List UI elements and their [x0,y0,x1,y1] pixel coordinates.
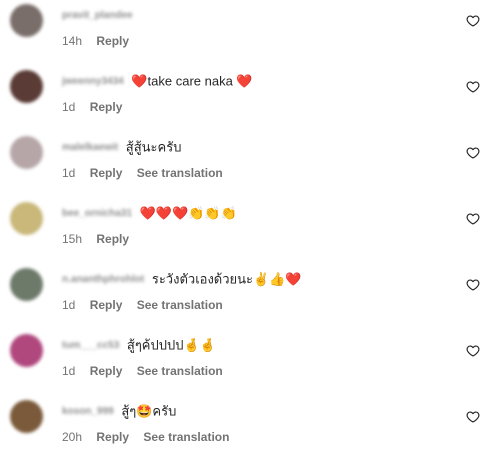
comment-item: pravit_plandee 14h Reply [0,4,487,70]
comment-meta: 1d Reply See translation [62,363,234,379]
comment-text-line: n.ananthphrohlot ระวังตัวเองด้วยนะ✌️👍❤️ [62,270,302,288]
avatar[interactable] [10,202,43,235]
heart-outline-icon[interactable] [466,344,480,358]
comment-text-line: koson_999 สู้ๆ🤩ครับ [62,402,176,420]
reply-button[interactable]: Reply [96,34,129,48]
comment-body: สู้ๆ🤩ครับ [121,403,177,419]
comment-meta: 20h Reply See translation [62,429,240,445]
heart-outline-icon[interactable] [466,146,480,160]
timestamp: 14h [62,34,83,48]
timestamp: 15h [62,232,83,246]
comment-meta: 1d Reply [62,99,144,115]
comment-item: jweenny3434 ❤️take care naka ❤️ 1d Reply [0,70,487,136]
comment-body: สู้สู้นะครับ [125,139,182,155]
see-translation-link[interactable]: See translation [137,166,223,180]
username[interactable]: tum___cc53 [62,337,119,355]
comment-meta: 15h Reply [62,231,151,247]
reply-button[interactable]: Reply [96,232,129,246]
avatar[interactable] [10,268,43,301]
reply-button[interactable]: Reply [90,100,123,114]
reply-button[interactable]: Reply [90,166,123,180]
avatar[interactable] [10,136,43,169]
username[interactable]: jweenny3434 [62,73,124,91]
reply-button[interactable]: Reply [96,430,129,444]
comment-body: ❤️❤️❤️👏👏👏 [139,205,237,221]
see-translation-link[interactable]: See translation [137,364,223,378]
comment-text-line: jweenny3434 ❤️take care naka ❤️ [62,72,253,90]
username[interactable]: pravit_plandee [62,7,133,25]
comment-text-line: tum___cc53 สู้ๆค้ปปปป🤞🤞 [62,336,216,354]
username[interactable]: koson_999 [62,403,114,421]
comment-item: n.ananthphrohlot ระวังตัวเองด้วยนะ✌️👍❤️ … [0,268,487,334]
heart-outline-icon[interactable] [466,212,480,226]
heart-outline-icon[interactable] [466,278,480,292]
avatar[interactable] [10,334,43,367]
comment-item: tum___cc53 สู้ๆค้ปปปป🤞🤞 1d Reply See tra… [0,334,487,400]
comment-body: ระวังตัวเองด้วยนะ✌️👍❤️ [151,271,302,287]
reply-button[interactable]: Reply [90,364,123,378]
see-translation-link[interactable]: See translation [143,430,229,444]
avatar[interactable] [10,4,43,37]
comment-body: สู้ๆค้ปปปป🤞🤞 [126,337,216,353]
timestamp: 1d [62,100,76,114]
heart-outline-icon[interactable] [466,80,480,94]
comment-item: malelkaewit สู้สู้นะครับ 1d Reply See tr… [0,136,487,202]
heart-outline-icon[interactable] [466,14,480,28]
comment-item: koson_999 สู้ๆ🤩ครับ 20h Reply See transl… [0,400,487,466]
comment-item: bee_ornicha31 ❤️❤️❤️👏👏👏 15h Reply [0,202,487,268]
timestamp: 1d [62,364,76,378]
see-translation-link[interactable]: See translation [137,298,223,312]
username[interactable]: malelkaewit [62,139,118,157]
comment-text-line: malelkaewit สู้สู้นะครับ [62,138,181,156]
comment-text-line: bee_ornicha31 ❤️❤️❤️👏👏👏 [62,204,237,222]
reply-button[interactable]: Reply [90,298,123,312]
comment-meta: 1d Reply See translation [62,165,234,181]
username[interactable]: bee_ornicha31 [62,205,132,223]
timestamp: 20h [62,430,83,444]
timestamp: 1d [62,166,76,180]
timestamp: 1d [62,298,76,312]
avatar[interactable] [10,400,43,433]
username[interactable]: n.ananthphrohlot [62,271,144,289]
heart-outline-icon[interactable] [466,410,480,424]
comment-text-line: pravit_plandee [62,6,137,24]
avatar[interactable] [10,70,43,103]
comment-meta: 14h Reply [62,33,151,49]
comment-meta: 1d Reply See translation [62,297,234,313]
comment-body: ❤️take care naka ❤️ [131,73,253,89]
